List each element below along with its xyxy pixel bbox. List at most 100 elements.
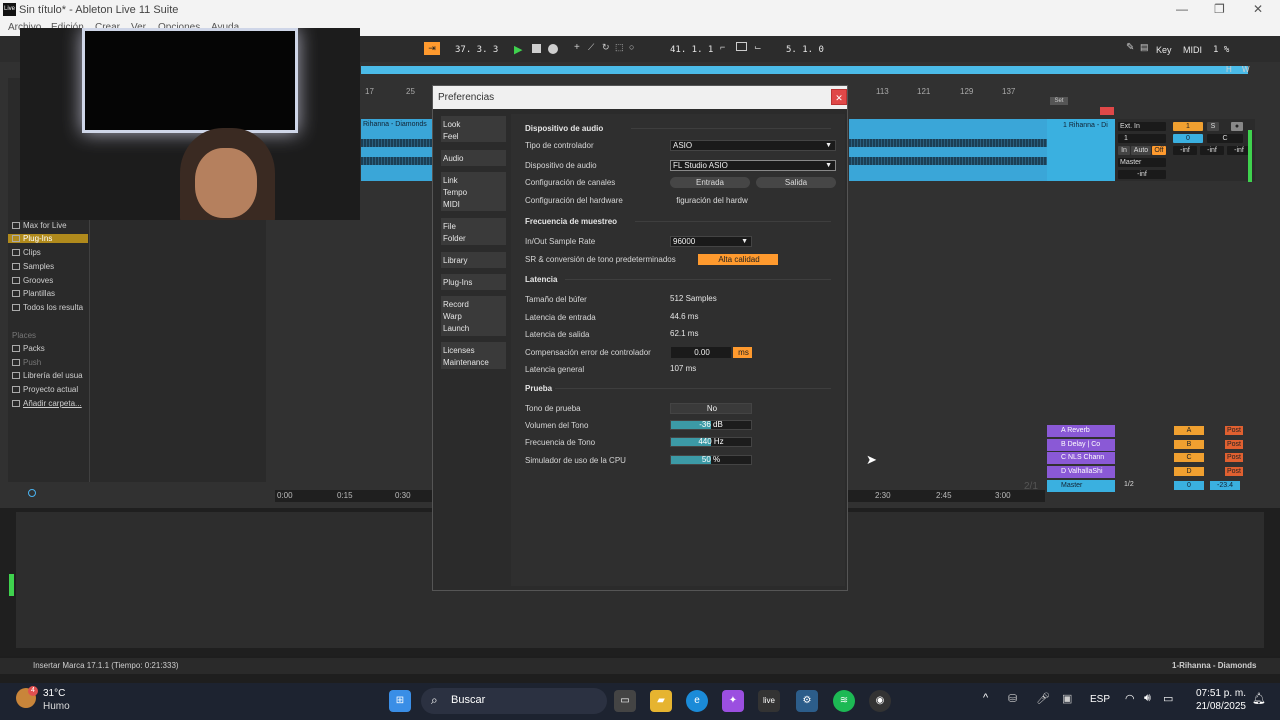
place-user-library[interactable]: Librería del usua <box>12 371 83 380</box>
automation-arm-icon[interactable]: ⟋ <box>588 42 594 53</box>
return-track-c[interactable]: C NLS Chann <box>1047 452 1115 464</box>
tab-link-tempo-midi[interactable]: Link Tempo MIDI <box>441 172 506 211</box>
reenable-automation-icon[interactable]: ↻ <box>602 42 610 53</box>
browser-item-plug-ins[interactable]: Plug-Ins <box>8 234 88 243</box>
monitor-auto-button[interactable]: Auto <box>1131 146 1151 155</box>
network-disabled-icon[interactable]: ⛁ <box>1008 692 1017 705</box>
stop-icon[interactable] <box>532 44 541 53</box>
output-select[interactable]: Master <box>1118 158 1166 167</box>
place-current-project[interactable]: Proyecto actual <box>12 385 78 394</box>
monitor-in-button[interactable]: In <box>1118 146 1130 155</box>
controller-app-icon[interactable]: ⚙ <box>796 690 818 712</box>
return-a-post[interactable]: Post <box>1225 426 1243 435</box>
close-button[interactable]: ✕ <box>1253 2 1263 16</box>
dialog-close-button[interactable]: ✕ <box>831 89 847 105</box>
volume-icon[interactable]: 🔊︎ <box>1144 692 1151 705</box>
tab-library[interactable]: Library <box>441 252 506 268</box>
microphone-icon[interactable]: 🎤︎ <box>1036 692 1050 705</box>
audio-clip-right[interactable] <box>849 119 1047 181</box>
overdub-icon[interactable]: + <box>574 42 580 53</box>
record-icon[interactable] <box>548 44 558 54</box>
h-button[interactable]: H <box>1226 65 1232 74</box>
return-track-b[interactable]: B Delay | Co <box>1047 439 1115 451</box>
notifications-icon[interactable]: 🔔︎ <box>1252 692 1266 705</box>
sample-rate-select[interactable]: 96000 ▼ <box>670 236 752 247</box>
return-b-post[interactable]: Post <box>1225 440 1243 449</box>
w-button[interactable]: W <box>1242 65 1250 74</box>
monitor-off-button[interactable]: Off <box>1152 146 1166 155</box>
tab-plug-ins[interactable]: Plug-Ins <box>441 274 506 290</box>
return-track-a[interactable]: A Reverb <box>1047 425 1115 437</box>
tab-record-warp-launch[interactable]: Record Warp Launch <box>441 296 506 336</box>
solo-button[interactable]: S <box>1207 122 1219 131</box>
input-config-button[interactable]: Entrada <box>670 177 750 188</box>
sr-conversion-toggle[interactable]: Alta calidad <box>698 254 778 265</box>
track-pan[interactable]: C <box>1207 134 1243 143</box>
display-icon[interactable]: ▣ <box>1062 692 1072 705</box>
capture-icon[interactable]: ⬚ <box>615 42 624 53</box>
spotify-icon[interactable]: ≋ <box>833 690 855 712</box>
input-type-select[interactable]: Ext. In <box>1118 122 1166 131</box>
start-icon[interactable]: ⊞ <box>389 690 411 712</box>
browser-item-plantillas[interactable]: Plantillas <box>12 289 55 298</box>
session-record-icon[interactable]: ○ <box>629 42 634 52</box>
track-header[interactable]: 1 Rihanna - Di <box>1047 119 1115 181</box>
return-track-d[interactable]: D ValhallaShi <box>1047 466 1115 478</box>
return-b-activator[interactable]: B <box>1174 440 1204 449</box>
master-track[interactable]: Master <box>1047 480 1115 492</box>
driver-type-select[interactable]: ASIO ▼ <box>670 140 836 151</box>
taskbar-search[interactable]: ⌕ Buscar <box>421 688 607 714</box>
minimize-button[interactable]: — <box>1176 2 1188 16</box>
return-c-post[interactable]: Post <box>1225 453 1243 462</box>
browser-item-samples[interactable]: Samples <box>12 262 54 271</box>
edge-icon[interactable]: e <box>686 690 708 712</box>
browser-item-grooves[interactable]: Grooves <box>12 276 53 285</box>
track-volume[interactable]: 0 <box>1173 134 1203 143</box>
browser-preview-icon[interactable] <box>28 489 36 497</box>
obs-icon[interactable]: ◉ <box>869 690 891 712</box>
browser-item-max-for-live[interactable]: Max for Live <box>12 221 67 230</box>
arrangement-overview[interactable] <box>361 66 1248 74</box>
buffer-size-value[interactable]: 512 Samples <box>670 294 717 303</box>
weather-desc[interactable]: Humo <box>43 701 70 712</box>
hardware-config-button[interactable]: figuración del hardw <box>670 195 754 206</box>
audio-device-select[interactable]: FL Studio ASIO ▼ <box>670 160 836 171</box>
clock-date[interactable]: 21/08/2025 <box>1190 701 1246 712</box>
punch-in-icon[interactable]: ⌐ <box>720 42 725 52</box>
file-explorer-icon[interactable]: ▰ <box>650 690 672 712</box>
input-channel-select[interactable]: 1 <box>1118 134 1166 143</box>
tab-look-feel[interactable]: Look Feel <box>441 116 506 142</box>
clock-time[interactable]: 07:51 p. m. <box>1194 688 1246 699</box>
tab-file-folder[interactable]: File Folder <box>441 218 506 245</box>
tab-audio[interactable]: Audio <box>441 150 506 166</box>
browser-item-clips[interactable]: Clips <box>12 248 41 257</box>
track-activator[interactable]: 1 <box>1173 122 1203 131</box>
test-tone-toggle[interactable]: No <box>670 403 752 414</box>
ableton-live-icon[interactable]: live <box>758 690 780 712</box>
master-volume[interactable]: 0 <box>1174 481 1204 490</box>
punch-out-icon[interactable]: ⌙ <box>754 42 762 53</box>
language-indicator[interactable]: ESP <box>1090 694 1110 705</box>
tone-volume-slider[interactable]: -36 dB <box>670 420 752 430</box>
maximize-button[interactable]: ❐ <box>1214 2 1225 16</box>
tab-licenses-maintenance[interactable]: Licenses Maintenance <box>441 342 506 369</box>
return-d-activator[interactable]: D <box>1174 467 1204 476</box>
set-button[interactable]: Set <box>1050 97 1068 105</box>
place-add-folder[interactable]: Añadir carpeta... <box>12 399 82 408</box>
browser-item-todos[interactable]: Todos los resulta <box>12 303 83 312</box>
place-push[interactable]: Push <box>12 358 41 367</box>
return-c-activator[interactable]: C <box>1174 453 1204 462</box>
draw-mode-icon[interactable]: ✎ <box>1126 42 1134 53</box>
show-hidden-icons[interactable]: ^ <box>983 692 988 704</box>
key-map-button[interactable]: Key <box>1156 45 1172 55</box>
loop-switch-icon[interactable] <box>736 42 747 51</box>
loop-start[interactable]: 41. 1. 1 <box>670 45 713 55</box>
arm-button[interactable]: ● <box>1231 122 1243 131</box>
arm-icon[interactable] <box>1100 107 1114 115</box>
task-view-icon[interactable]: ▭ <box>614 690 636 712</box>
play-icon[interactable]: ▶ <box>514 43 522 56</box>
copilot-icon[interactable]: ✦ <box>722 690 744 712</box>
cpu-sim-slider[interactable]: 50 % <box>670 455 752 465</box>
output-config-button[interactable]: Salida <box>756 177 836 188</box>
return-d-post[interactable]: Post <box>1225 467 1243 476</box>
